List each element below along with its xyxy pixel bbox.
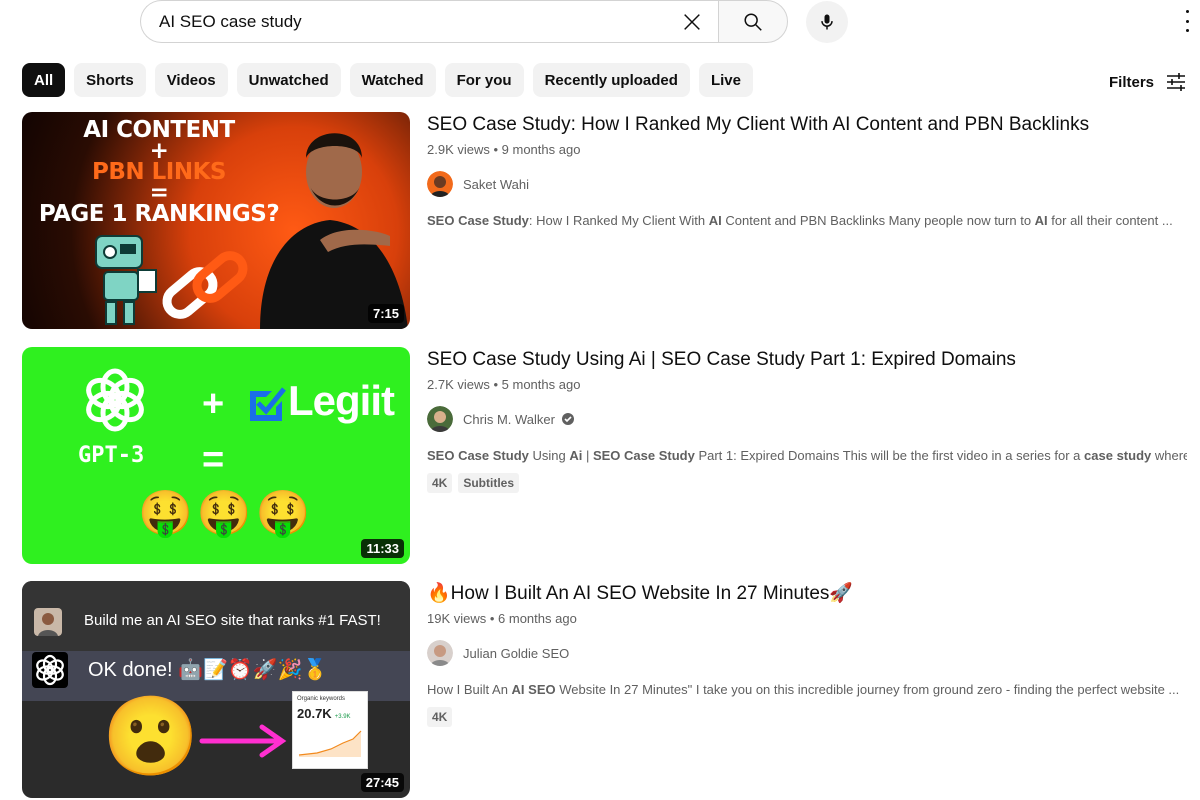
video-badges: 4K Subtitles xyxy=(427,473,1187,493)
video-duration: 11:33 xyxy=(361,539,404,558)
video-description-snippet: How I Built An AI SEO Website In 27 Minu… xyxy=(427,682,1180,697)
thumbnail-equals: = xyxy=(202,439,225,481)
search-button[interactable] xyxy=(718,0,788,43)
chip-unwatched[interactable]: Unwatched xyxy=(236,63,341,97)
upload-age: 9 months ago xyxy=(501,142,581,157)
thumbnail-plus: + xyxy=(202,383,225,425)
thumbnail-gpt-label: GPT-3 xyxy=(78,443,145,468)
clear-search-button[interactable] xyxy=(674,4,710,40)
arrow-right-icon xyxy=(199,724,287,758)
video-result: AI CONTENT + PBN LINKS = PAGE 1 RANKINGS… xyxy=(22,112,1182,330)
verified-badge-icon xyxy=(561,413,574,425)
upload-age: 6 months ago xyxy=(498,611,577,626)
filters-button[interactable]: Filters xyxy=(1109,70,1188,94)
channel-avatar xyxy=(427,640,453,666)
video-description-snippet: SEO Case Study Using Ai | SEO Case Study… xyxy=(427,448,1187,463)
video-info: SEO Case Study: How I Ranked My Client W… xyxy=(427,112,1187,228)
chip-for-you[interactable]: For you xyxy=(444,63,524,97)
voice-search-button[interactable] xyxy=(806,0,848,43)
channel-name: Saket Wahi xyxy=(463,176,529,192)
mic-icon xyxy=(821,14,833,29)
badge-4k: 4K xyxy=(427,707,453,727)
thumbnail-brand: Legiit xyxy=(288,377,395,424)
channel-name: Julian Goldie SEO xyxy=(463,645,570,661)
filters-label: Filters xyxy=(1108,73,1154,91)
chip-recently-uploaded[interactable]: Recently uploaded xyxy=(532,63,690,97)
more-options-button[interactable] xyxy=(1182,10,1192,32)
presenter-image xyxy=(260,133,408,329)
chip-live[interactable]: Live xyxy=(698,63,753,97)
chat-reply-text: OK done! 🤖📝⏰🚀🎉🥇 xyxy=(88,659,328,681)
video-thumbnail[interactable]: GPT-3 + = Legiit 🤑🤑🤑 11:33 xyxy=(22,347,410,564)
chip-watched[interactable]: Watched xyxy=(349,63,436,97)
badge-subtitles: Subtitles xyxy=(458,473,520,493)
view-count: 2.7K views xyxy=(427,377,490,392)
video-info: SEO Case Study Using Ai | SEO Case Study… xyxy=(427,347,1187,493)
channel-avatar xyxy=(427,171,453,197)
video-duration: 27:45 xyxy=(360,773,404,792)
video-info: 🔥How I Built An AI SEO Website In 27 Min… xyxy=(427,581,1187,727)
filter-chips: All Shorts Videos Unwatched Watched For … xyxy=(22,63,753,97)
shocked-face-emoji: 😮 xyxy=(102,692,200,780)
view-count: 2.9K views xyxy=(427,142,490,157)
channel-name: Chris M. Walker xyxy=(463,411,555,427)
video-badges: 4K xyxy=(427,707,1187,727)
keywords-card: Organic keywords 20.7K +3.9K xyxy=(292,691,368,769)
user-avatar xyxy=(34,608,62,636)
view-count: 19K views xyxy=(427,611,487,626)
video-title[interactable]: SEO Case Study: How I Ranked My Client W… xyxy=(427,112,1187,138)
chip-shorts[interactable]: Shorts xyxy=(74,63,146,97)
chat-prompt-row: Build me an AI SEO site that ranks #1 FA… xyxy=(22,581,410,651)
chat-prompt-text: Build me an AI SEO site that ranks #1 FA… xyxy=(84,612,381,629)
thumbnail-text: AI CONTENT + PBN LINKS = PAGE 1 RANKINGS… xyxy=(38,117,280,227)
sliders-icon xyxy=(1167,73,1185,91)
chip-videos[interactable]: Videos xyxy=(154,63,228,97)
badge-4k: 4K xyxy=(427,473,453,493)
channel-link[interactable]: Chris M. Walker xyxy=(427,406,1187,432)
search-input[interactable]: AI SEO case study xyxy=(140,0,718,43)
video-description-snippet: SEO Case Study: How I Ranked My Client W… xyxy=(427,213,1173,228)
keywords-card-label: Organic keywords xyxy=(297,696,346,702)
close-icon xyxy=(684,13,700,30)
chain-link-icon xyxy=(162,251,248,319)
keywords-card-value: 20.7K xyxy=(297,706,332,721)
channel-avatar xyxy=(427,406,453,432)
video-title[interactable]: 🔥How I Built An AI SEO Website In 27 Min… xyxy=(427,581,1187,607)
checkmark-logo-icon xyxy=(250,387,286,421)
search-icon xyxy=(744,12,762,31)
channel-link[interactable]: Saket Wahi xyxy=(427,171,1187,197)
upload-age: 5 months ago xyxy=(501,377,581,392)
video-thumbnail[interactable]: AI CONTENT + PBN LINKS = PAGE 1 RANKINGS… xyxy=(22,112,410,329)
growth-sparkline xyxy=(298,730,362,757)
video-result: GPT-3 + = Legiit 🤑🤑🤑 11:33 SEO Case Stud… xyxy=(22,347,1187,565)
video-meta: 2.9K views • 9 months ago xyxy=(427,142,581,157)
openai-logo-icon xyxy=(86,368,144,432)
search-bar: AI SEO case study xyxy=(140,0,848,43)
video-duration: 7:15 xyxy=(367,304,404,323)
money-face-emojis: 🤑🤑🤑 xyxy=(138,489,315,538)
video-thumbnail[interactable]: Build me an AI SEO site that ranks #1 FA… xyxy=(22,581,410,798)
search-query-text: AI SEO case study xyxy=(159,11,302,31)
video-result: Build me an AI SEO site that ranks #1 FA… xyxy=(22,581,1182,799)
chip-all[interactable]: All xyxy=(22,63,66,97)
video-title[interactable]: SEO Case Study Using Ai | SEO Case Study… xyxy=(427,347,1187,373)
robot-icon xyxy=(95,235,157,325)
channel-link[interactable]: Julian Goldie SEO xyxy=(427,640,1187,666)
video-meta: 2.7K views • 5 months ago xyxy=(427,377,581,392)
openai-logo-icon xyxy=(32,652,68,688)
keywords-card-delta: +3.9K xyxy=(334,714,351,720)
video-meta: 19K views • 6 months ago xyxy=(427,611,577,626)
